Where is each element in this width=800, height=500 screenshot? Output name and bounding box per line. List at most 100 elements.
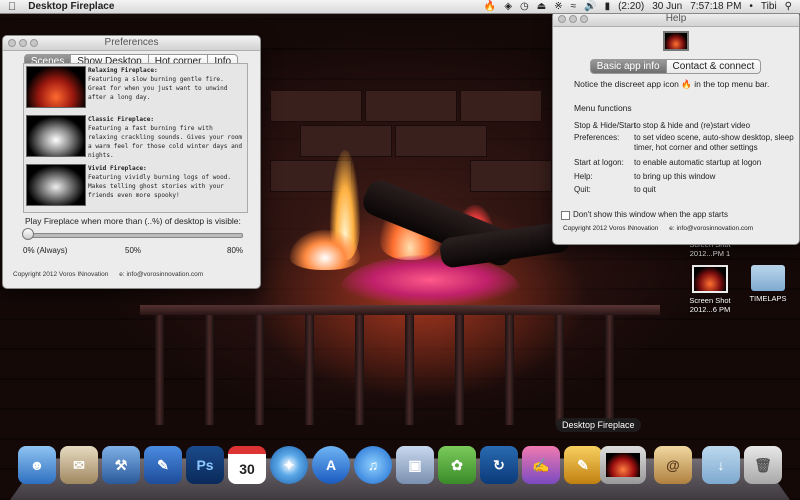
app-menu-name[interactable]: Desktop Fireplace <box>28 1 114 12</box>
row-label: Help: <box>574 172 593 181</box>
window-title: Help <box>665 13 687 24</box>
desktop-icon-label: Screen Shot 2012...6 PM <box>689 296 731 314</box>
mail-icon[interactable]: ✉ <box>60 446 98 484</box>
preferences-titlebar[interactable]: Preferences <box>3 36 260 51</box>
grate-bar <box>505 315 514 425</box>
time-machine-icon[interactable]: ◷ <box>520 1 529 12</box>
brick <box>470 160 552 192</box>
downloads-folder-icon[interactable]: ↓ <box>702 446 740 484</box>
help-window: Help Basic app info Contact & connect No… <box>552 11 800 245</box>
bluetooth-icon[interactable]: ※ <box>554 1 562 12</box>
notice-tail: in the top menu bar. <box>694 79 770 89</box>
contact-email[interactable]: e: info@vorosinnovation.com <box>119 271 203 278</box>
finder-icon[interactable]: ☻ <box>18 446 56 484</box>
sync-app-icon[interactable]: ↻ <box>480 446 518 484</box>
window-controls <box>8 39 38 47</box>
slider-tick-min: 0% (Always) <box>23 246 68 255</box>
evernote-icon[interactable]: ✿ <box>438 446 476 484</box>
row-label: Quit: <box>574 185 591 194</box>
battery-icon[interactable]: ▮ <box>605 1 611 12</box>
fireplace-screen-icon <box>606 453 640 477</box>
visibility-slider-label: Play Fireplace when more than (..%) of d… <box>25 216 241 226</box>
textwrangler-icon[interactable]: ✍ <box>522 446 560 484</box>
window-controls <box>558 15 588 23</box>
scene-description: Vivid Fireplace: Featuring vividly burni… <box>88 164 244 200</box>
minimize-button[interactable] <box>19 39 27 47</box>
help-notice: Notice the discreet app icon 🔥 in the to… <box>574 79 794 90</box>
menubar-clock[interactable]: 7:57:18 PM <box>690 1 741 12</box>
app-icon <box>663 31 689 51</box>
trash-icon[interactable]: 🗑 <box>744 446 782 484</box>
desktop-icon-timelaps[interactable]: TIMELAPS <box>742 265 794 303</box>
spotlight-icon[interactable]: ⚲ <box>785 1 792 12</box>
scene-relaxing[interactable]: Relaxing Fireplace: Featuring a slow bur… <box>24 64 247 110</box>
brick <box>270 90 362 122</box>
minimize-button[interactable] <box>569 15 577 23</box>
close-button[interactable] <box>558 15 566 23</box>
dropbox-icon[interactable]: ◈ <box>504 1 512 12</box>
scene-vivid[interactable]: Vivid Fireplace: Featuring vividly burni… <box>24 162 247 208</box>
visibility-slider[interactable] <box>29 233 243 238</box>
grate-bar <box>555 315 564 425</box>
notes-icon[interactable]: ✎ <box>564 446 602 484</box>
menubar-date[interactable]: 30 Jun <box>652 1 682 12</box>
bluetooth-status-icon[interactable]: • <box>749 1 753 12</box>
scene-title: Classic Fireplace: <box>88 116 155 123</box>
photoshop-icon[interactable]: Ps <box>186 446 224 484</box>
safari-icon[interactable]: ✦ <box>270 446 308 484</box>
brick <box>395 125 487 157</box>
grate-bar <box>155 315 164 425</box>
tab-contact-connect[interactable]: Contact & connect <box>665 59 762 74</box>
preferences-window: Preferences Scenes Show Desktop Hot corn… <box>2 35 261 289</box>
grate-bar <box>205 315 214 425</box>
address-book-icon[interactable]: @ <box>654 446 692 484</box>
row-label: Preferences: <box>574 133 620 142</box>
preview-icon[interactable]: ▣ <box>396 446 434 484</box>
grate-bar <box>455 315 464 425</box>
screenshot-thumbnail-icon <box>692 265 728 293</box>
row-desc: to enable automatic startup at logon <box>634 158 762 167</box>
menu-bar:  Desktop Fireplace 🔥 ◈ ◷ ⏏ ※ ≈ 🔊 ▮ (2:2… <box>0 0 800 14</box>
eject-icon[interactable]: ⏏ <box>537 1 546 12</box>
section-heading: Menu functions <box>574 103 632 113</box>
desktop-icon-screenshot-2[interactable]: Screen Shot 2012...6 PM <box>682 265 738 314</box>
row-desc: to quit <box>634 185 656 194</box>
itunes-icon[interactable]: ♫ <box>354 446 392 484</box>
help-footer: Copyright 2012 Voros INnovation e: info@… <box>563 225 753 232</box>
xcode-icon[interactable]: ⚒ <box>102 446 140 484</box>
brick <box>365 90 457 122</box>
zoom-button[interactable] <box>30 39 38 47</box>
help-titlebar[interactable]: Help <box>553 12 799 27</box>
row-desc: to set video scene, auto-show desktop, s… <box>634 133 794 152</box>
desktop-fireplace-dock-icon[interactable] <box>600 446 646 484</box>
zoom-button[interactable] <box>580 15 588 23</box>
app-store-icon[interactable]: A <box>312 446 350 484</box>
row-label: Start at logon: <box>574 158 624 167</box>
row-desc: to stop & hide and (re)start video <box>634 121 751 130</box>
wifi-icon[interactable]: ≈ <box>571 1 577 12</box>
tab-basic-app-info[interactable]: Basic app info <box>589 59 667 74</box>
slider-tick-max: 80% <box>227 246 244 255</box>
volume-icon[interactable]: 🔊 <box>584 1 596 12</box>
close-button[interactable] <box>8 39 16 47</box>
visibility-slider-knob[interactable] <box>22 228 34 240</box>
user-menu[interactable]: Tibi <box>761 1 777 12</box>
grate-bar <box>305 315 314 425</box>
contact-email[interactable]: e: info@vorosinnovation.com <box>669 225 753 232</box>
help-tabs: Basic app info Contact & connect <box>553 59 799 74</box>
apple-menu-icon[interactable]:  <box>8 1 16 13</box>
notice-text: Notice the discreet app icon <box>574 79 679 89</box>
scene-classic[interactable]: Classic Fireplace: Featuring a fast burn… <box>24 113 247 159</box>
battery-time[interactable]: (2:20) <box>618 1 644 12</box>
status-area: 🔥 ◈ ◷ ⏏ ※ ≈ 🔊 ▮ (2:20) 30 Jun 7:57:18 PM… <box>484 1 792 12</box>
dont-show-checkbox[interactable] <box>561 211 570 220</box>
scene-title: Relaxing Fireplace: <box>88 67 158 74</box>
checkbox-label[interactable]: Don't show this window when the app star… <box>573 210 728 219</box>
calendar-icon[interactable]: 30 <box>228 446 266 484</box>
grate-bar <box>255 315 264 425</box>
fireplace-menu-icon[interactable]: 🔥 <box>484 1 496 12</box>
brick <box>460 90 542 122</box>
app-store-dev-icon[interactable]: ✎ <box>144 446 182 484</box>
scene-thumbnail <box>26 115 86 157</box>
grate-top <box>140 305 660 315</box>
